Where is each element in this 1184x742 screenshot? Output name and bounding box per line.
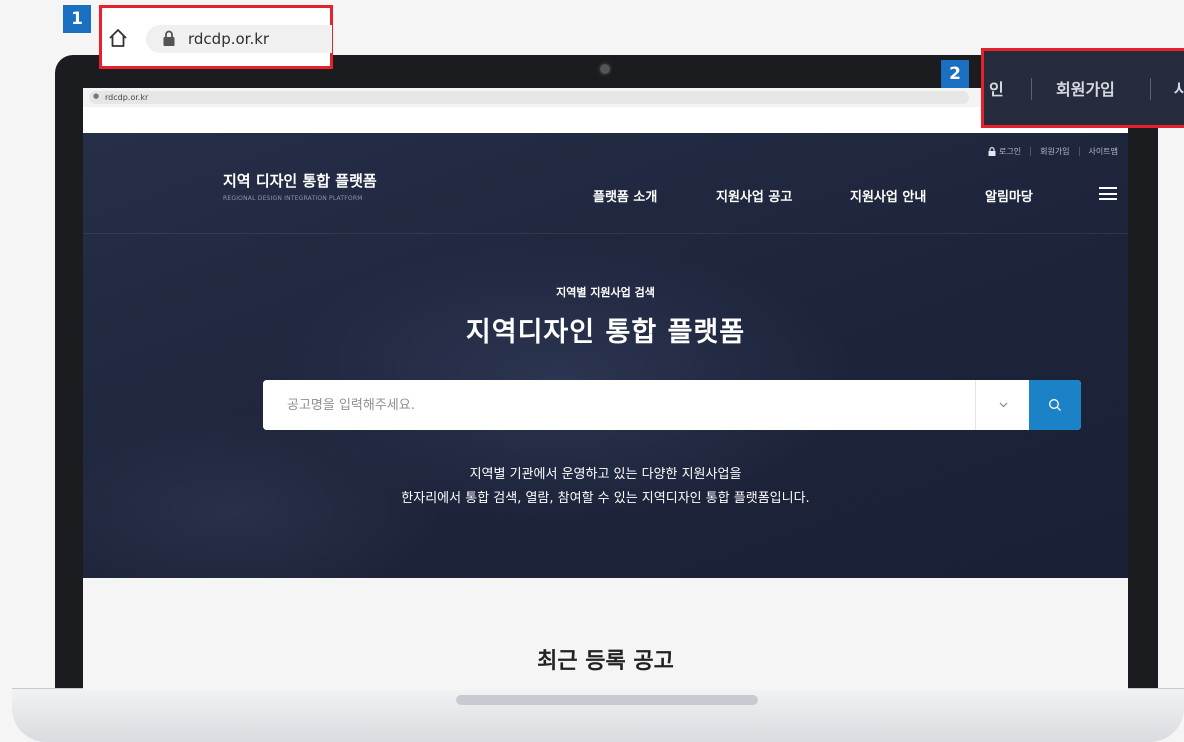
divider [1078, 147, 1080, 156]
lock-icon: ● [93, 92, 100, 100]
hero-section: 로그인 회원가입 사이트맵 지역 디자인 통합 플랫폼 REGIONAL DES… [83, 133, 1128, 578]
site-logo-subtitle: REGIONAL DESIGN INTEGRATION PLATFORM [223, 195, 363, 202]
lock-icon [988, 147, 996, 156]
callout-login-partial[interactable]: 인 [989, 76, 1004, 100]
hero-description-line2: 한자리에서 통합 검색, 열람, 참여할 수 있는 지역디자인 통합 플랫폼입니… [401, 491, 810, 506]
signup-link[interactable]: 회원가입 [1040, 146, 1069, 157]
search-icon [1049, 399, 1061, 411]
browser-url-field[interactable] [89, 91, 969, 104]
divider [1031, 78, 1032, 100]
callout-url-text: rdcdp.or.kr [188, 30, 270, 48]
login-label: 로그인 [999, 147, 1022, 156]
chevron-down-icon [999, 402, 1007, 408]
nav-notice-board[interactable]: 알림마당 [985, 186, 1033, 205]
hero-title: 지역디자인 통합 플랫폼 [465, 317, 746, 348]
callout-login-highlight: 인 회원가입 사 [981, 48, 1184, 128]
laptop-notch [456, 695, 758, 705]
utility-menu: 로그인 회원가입 사이트맵 [988, 146, 1118, 157]
site-logo-title[interactable]: 지역 디자인 통합 플랫폼 [223, 170, 377, 191]
search-bar [263, 380, 1081, 430]
nav-divider [83, 233, 1128, 234]
search-button[interactable] [1029, 380, 1081, 430]
callout-sitemap-partial[interactable]: 사 [1174, 76, 1184, 100]
callout-badge-2: 2 [941, 60, 969, 88]
laptop-screen: ● rdcdp.or.kr 로그인 회원가입 사이트맵 지역 디자인 통합 플랫… [83, 88, 1128, 690]
divider [1030, 147, 1032, 156]
sitemap-link[interactable]: 사이트맵 [1089, 146, 1118, 157]
nav-support-notice[interactable]: 지원사업 공고 [716, 186, 792, 205]
search-input[interactable] [263, 380, 975, 430]
browser-url: rdcdp.or.kr [105, 93, 149, 102]
divider [1150, 78, 1151, 100]
nav-support-guide[interactable]: 지원사업 안내 [850, 186, 926, 205]
recent-notices-title: 최근 등록 공고 [537, 649, 674, 674]
camera-dot [600, 64, 610, 74]
nav-platform-intro[interactable]: 플랫폼 소개 [593, 186, 657, 205]
hero-kicker: 지역별 지원사업 검색 [556, 286, 655, 299]
callout-badge-1: 1 [63, 5, 91, 33]
menu-icon[interactable] [1099, 187, 1117, 200]
hero-description-line1: 지역별 기관에서 운영하고 있는 다양한 지원사업을 [469, 467, 742, 482]
search-category-select[interactable] [975, 380, 1030, 430]
browser-address-bar: ● rdcdp.or.kr [83, 88, 1128, 108]
home-icon[interactable] [107, 27, 129, 49]
login-link[interactable]: 로그인 [988, 146, 1021, 157]
hero-description: 지역별 기관에서 운영하고 있는 다양한 지원사업을 한자리에서 통합 검색, … [83, 463, 1128, 511]
browser-blank-strip [83, 107, 1128, 133]
callout-signup-link[interactable]: 회원가입 [1056, 76, 1115, 100]
lock-icon [163, 30, 175, 46]
